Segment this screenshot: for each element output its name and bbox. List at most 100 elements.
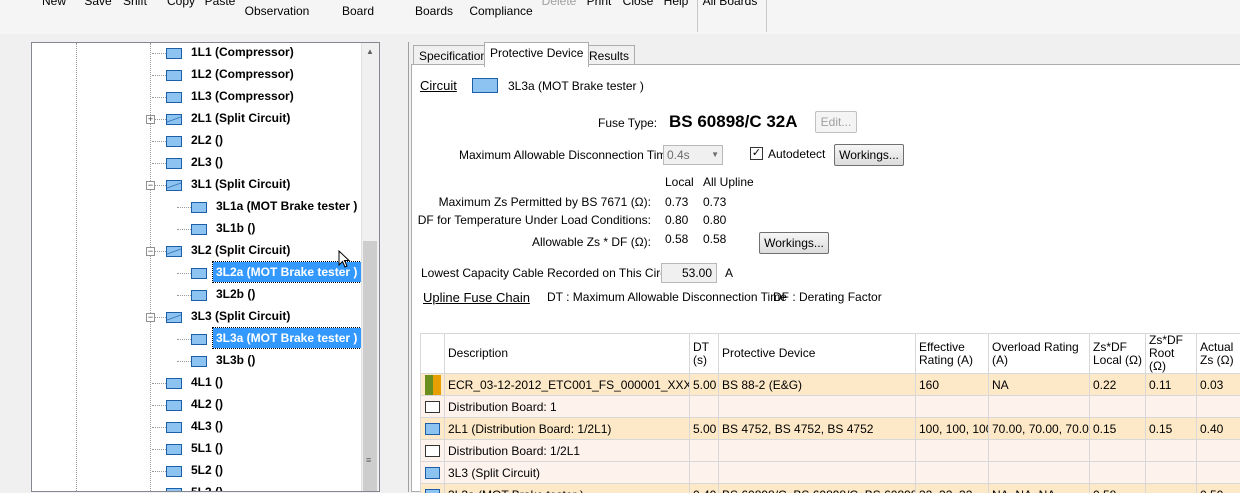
column-header[interactable]: DT (s) [690,334,719,374]
help-button[interactable]: Help [660,0,692,9]
tree-item[interactable]: 5L3 () [32,483,362,492]
tab-protective-device[interactable]: Protective Device [484,42,589,67]
upline-fuse-chain-link[interactable]: Upline Fuse Chain [423,290,530,305]
table-row[interactable]: Distribution Board: 1 [421,396,1240,418]
table-cell [1090,440,1146,462]
table-cell: BS 4752, BS 4752, BS 4752 [719,418,916,440]
column-header[interactable]: Protective Device [719,334,916,374]
toolbar-separator [766,0,767,32]
tree-connector [152,471,166,472]
table-cell: 100, 100, 100 [916,418,989,440]
tree-connector [177,361,191,362]
column-header[interactable]: Effective Rating (A) [916,334,989,374]
circuit-icon [166,48,182,59]
table-cell [1090,462,1146,484]
collapse-icon[interactable]: − [146,247,155,256]
table-cell [690,396,719,418]
table-cell [916,396,989,418]
tree-item-label: 4L3 () [188,416,226,436]
tree-item[interactable]: 4L3 () [32,417,362,437]
table-cell [1146,396,1197,418]
table-row[interactable]: 3L3 (Split Circuit) [421,462,1240,484]
tree-item[interactable]: 3L3a (MOT Brake tester ) [32,329,362,349]
tree-item-label: 2L1 (Split Circuit) [188,108,293,128]
collapse-icon[interactable]: − [146,181,155,190]
tree-connector [152,383,166,384]
circuit-tree[interactable]: 1L1 (Compressor)1L2 (Compressor)1L3 (Com… [31,42,380,492]
scroll-thumb[interactable]: ≡ [363,241,377,491]
table-cell: 2L1 (Distribution Board: 1/2L1) [445,418,690,440]
table-row[interactable]: ECR_03-12-2012_ETC001_FS_000001_XXXXXX5.… [421,374,1240,396]
check-current-board-button[interactable]: Check Current Board [318,0,398,19]
delete-button[interactable]: Delete [540,0,578,9]
new-observation-button[interactable]: New Observation [242,0,312,19]
table-row[interactable]: Distribution Board: 1/2L1 [421,440,1240,462]
tree-item[interactable]: 2L2 () [32,131,362,151]
circuit-icon [166,92,182,103]
shift-button[interactable]: Shift [120,0,150,9]
tree-item-label: 3L2b () [213,284,258,304]
table-cell: 160 [916,374,989,396]
tree-item-label: 3L3a (MOT Brake tester ) [213,328,371,348]
tree-item[interactable]: 3L1b () [32,219,362,239]
table-cell [1197,440,1240,462]
split-circuit-icon [166,114,182,125]
circuit-link[interactable]: Circuit [420,78,457,93]
tree-item[interactable]: 1L1 (Compressor) [32,43,362,63]
tree-item[interactable]: 1L2 (Compressor) [32,65,362,85]
close-button[interactable]: Close [621,0,655,9]
tree-item[interactable]: 3L2b () [32,285,362,305]
tree-item[interactable]: 1L3 (Compressor) [32,87,362,107]
column-header[interactable]: Description [445,334,690,374]
save-button[interactable]: Save [83,0,113,9]
circuit-icon [472,78,498,93]
tree-item[interactable]: −3L2 (Split Circuit) [32,241,362,261]
zs-workings-button[interactable]: Workings... [759,232,829,254]
disconnection-time-label: Maximum Allowable Disconnection Time: [459,148,676,162]
copy-button[interactable]: Copy [164,0,198,9]
expand-icon[interactable]: + [146,115,155,124]
autodetect-checkbox[interactable]: ✓ [750,147,763,160]
tab-results[interactable]: Results [583,45,635,66]
circuit-icon [191,290,207,301]
tree-item[interactable]: 3L3b () [32,351,362,371]
collapse-icon[interactable]: − [146,313,155,322]
column-header[interactable]: Zs*DF Local (Ω) [1090,334,1146,374]
new-button[interactable]: New [38,0,70,9]
tree-scrollbar[interactable]: ▲ ≡ [361,43,379,491]
table-cell: Distribution Board: 1/2L1 [445,440,690,462]
table-row[interactable]: 2L1 (Distribution Board: 1/2L1)5.00BS 47… [421,418,1240,440]
toolbar: New Save Shift Copy Paste New Observatio… [0,0,1240,34]
tree-item[interactable]: 3L2a (MOT Brake tester ) [32,263,362,283]
all-boards-button[interactable]: All Boards [702,0,758,9]
tree-item[interactable]: 5L2 () [32,461,362,481]
tree-item[interactable]: 4L2 () [32,395,362,415]
tab-specification[interactable]: Specification [413,45,493,66]
table-cell [916,440,989,462]
column-header[interactable]: Overload Rating (A) [989,334,1090,374]
circuit-icon [191,224,207,235]
column-header[interactable]: Actual Zs (Ω) [1197,334,1240,374]
tree-item[interactable]: 5L1 () [32,439,362,459]
tree-item[interactable]: −3L3 (Split Circuit) [32,307,362,327]
column-header[interactable]: Zs*DF Root (Ω) [1146,334,1197,374]
edit-fuse-button[interactable]: Edit... [815,111,857,133]
scroll-up-arrow-icon[interactable]: ▲ [366,47,374,56]
tree-item[interactable]: 2L3 () [32,153,362,173]
check-compliance-button[interactable]: Check Compliance [466,0,536,19]
print-button[interactable]: Print [584,0,614,9]
circuit-icon [425,489,440,493]
tree-item[interactable]: −3L1 (Split Circuit) [32,175,362,195]
paste-button[interactable]: Paste [203,0,237,9]
circuit-icon [191,334,207,345]
tree-item[interactable]: +2L1 (Split Circuit) [32,109,362,129]
check-all-boards-button[interactable]: Check All Boards [406,0,462,19]
tree-item[interactable]: 3L1a (MOT Brake tester ) [32,197,362,217]
disconnection-time-select[interactable]: 0.4s▼ [663,145,723,165]
allowable-zs-upline: 0.58 [703,232,726,246]
circuit-icon [166,158,182,169]
table-cell: ECR_03-12-2012_ETC001_FS_000001_XXXXXX [445,374,690,396]
disconnection-workings-button[interactable]: Workings... [834,144,904,166]
upline-fuse-grid[interactable]: DescriptionDT (s)Protective DeviceEffect… [420,333,1240,493]
tree-item[interactable]: 4L1 () [32,373,362,393]
